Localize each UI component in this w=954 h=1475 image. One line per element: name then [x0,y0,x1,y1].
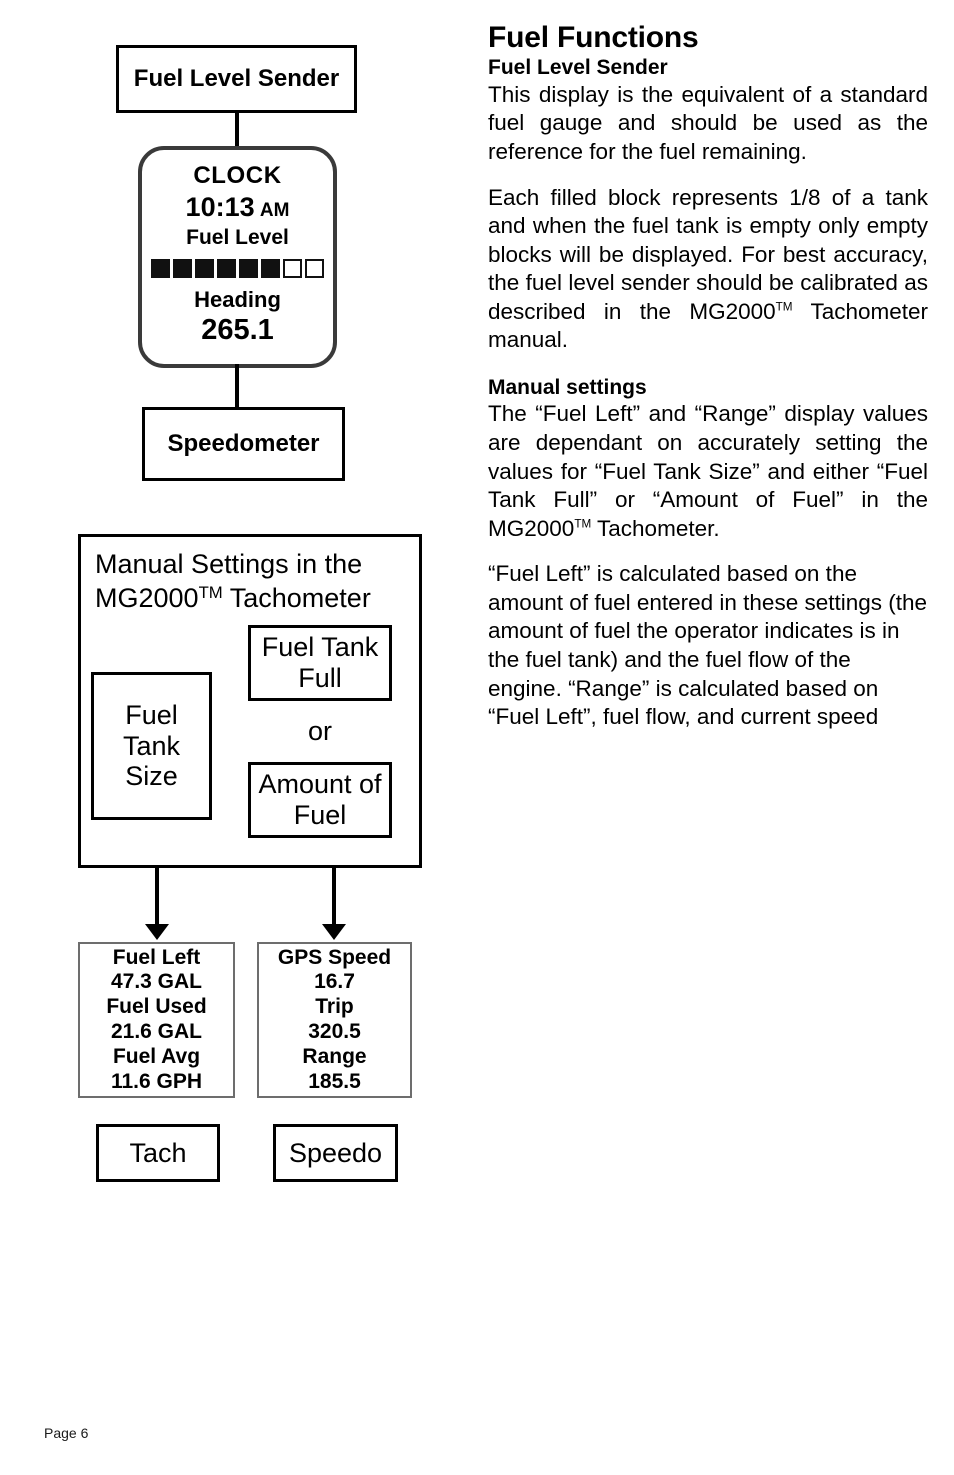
fuel-block-filled [195,259,214,278]
trip-label: Trip [315,995,354,1019]
fuel-left-value: 47.3 GAL [110,970,203,994]
amount-of-fuel-label: Amount of Fuel [258,769,382,830]
amount-of-fuel-box: Amount of Fuel [248,762,392,838]
range-value: 185.5 [308,1069,361,1093]
speedometer-box: Speedometer [142,407,345,481]
fuel-tank-size-label: Fuel Tank Size [122,699,181,792]
screen-fuel-level-label: Fuel Level [186,226,289,249]
screen-fuel-level-bar [151,259,324,278]
speedo-box-label: Speedo [288,1137,383,1168]
or-separator-label: or [248,716,392,747]
range-label: Range [302,1044,367,1068]
fuel-avg-label: Fuel Avg [112,1044,201,1068]
fuel-block-filled [239,259,258,278]
tach-box: Tach [96,1124,220,1182]
connector-group-to-speedo-panel [332,868,336,928]
gps-speed-label: GPS Speed [277,945,392,969]
screen-time-meridiem: AM [259,200,290,221]
tach-readout-panel: Fuel Left 47.3 GAL Fuel Used 21.6 GAL Fu… [78,942,235,1098]
speedo-readout-panel: GPS Speed 16.7 Trip 320.5 Range 185.5 [257,942,412,1098]
fuel-used-label: Fuel Used [106,995,207,1019]
article-subheading-manual-settings: Manual settings [488,375,647,399]
fuel-block-empty [305,259,324,278]
connector-group-to-tach-panel [155,868,159,928]
page-footer: Page 6 [44,1425,88,1441]
screen-time-value: 10:13 [185,192,255,222]
or-label: or [307,716,332,746]
document-page: Fuel Level Sender CLOCK 10:13 AM Fuel Le… [0,0,954,1475]
screen-heading-label: Heading [194,287,281,312]
fuel-block-filled [173,259,192,278]
trademark-symbol: TM [198,582,223,602]
fuel-avg-value: 11.6 GPH [110,1069,203,1093]
trip-value: 320.5 [308,1020,361,1043]
speedometer-box-label: Speedometer [167,429,320,457]
speedo-box: Speedo [273,1124,398,1182]
article-text-column: Fuel Functions Fuel Level Sender This di… [488,21,928,732]
trademark-symbol: TM [574,517,592,531]
screen-heading-value: 265.1 [201,314,274,346]
article-paragraph-4: “Fuel Left” is calculated based on the a… [488,561,928,730]
tach-box-label: Tach [129,1137,187,1168]
manual-settings-model: MG2000 [95,583,199,614]
fuel-left-label: Fuel Left [112,945,201,969]
fuel-level-sender-box: Fuel Level Sender [116,45,357,113]
fuel-block-filled [261,259,280,278]
screen-clock-label: CLOCK [193,162,282,189]
manual-settings-title-line2: MG2000TM Tachometer [95,581,405,615]
manual-settings-title-rest: Tachometer [222,583,371,614]
article-paragraph-1: This display is the equivalent of a stan… [488,81,928,165]
fuel-block-filled [151,259,170,278]
article-paragraph-3-part-b: Tachometer. [591,515,720,541]
connector-screen-to-speedometer [235,364,239,409]
manual-settings-title: Manual Settings in the MG2000TM Tachomet… [95,547,405,615]
trademark-symbol: TM [775,300,793,314]
article-subheading-fuel-level-sender: Fuel Level Sender [488,56,668,80]
page-number-label: Page 6 [44,1425,89,1441]
article-paragraph-2: Each filled block represents 1/8 of a ta… [488,184,928,355]
fuel-level-sender-box-label: Fuel Level Sender [133,64,340,92]
fuel-block-filled [217,259,236,278]
gps-speed-value: 16.7 [314,970,355,994]
lcd-screen: CLOCK 10:13 AM Fuel Level Heading 265.1 [138,146,337,368]
fuel-used-value: 21.6 GAL [110,1020,203,1043]
fuel-tank-size-box: Fuel Tank Size [91,672,212,820]
screen-time: 10:13 AM [186,192,290,223]
fuel-block-empty [283,259,302,278]
fuel-tank-full-box: Fuel Tank Full [248,625,392,701]
article-heading: Fuel Functions [488,21,699,54]
article-paragraph-3: The “Fuel Left” and “Range” display valu… [488,400,928,543]
fuel-tank-full-label: Fuel Tank Full [261,632,379,693]
manual-settings-title-line1: Manual Settings in the [95,549,363,579]
connector-sender-to-screen [235,113,239,148]
arrowhead-to-tach-panel [145,924,169,940]
arrowhead-to-speedo-panel [322,924,346,940]
